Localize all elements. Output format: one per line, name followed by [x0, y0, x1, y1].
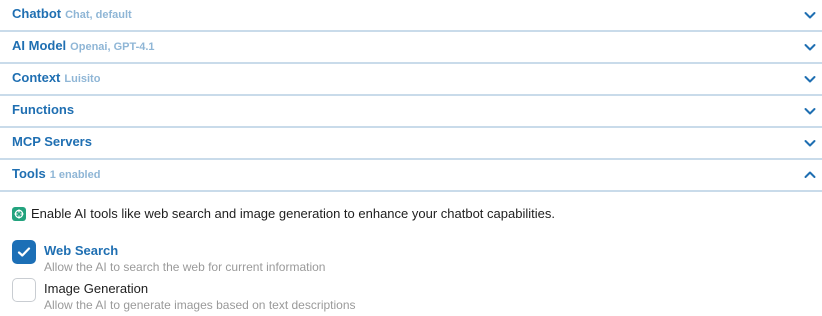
- section-title: AI Model Openai, GPT-4.1: [12, 38, 155, 53]
- section-subtitle: Openai, GPT-4.1: [70, 41, 155, 53]
- chevron-up-icon[interactable]: [804, 169, 816, 181]
- tools-description: Enable AI tools like web search and imag…: [12, 206, 555, 221]
- openai-icon: [12, 207, 26, 221]
- image-generation-checkbox[interactable]: [12, 278, 36, 302]
- section-title: Functions: [12, 102, 78, 117]
- section-functions[interactable]: Functions: [0, 96, 822, 128]
- image-generation-label[interactable]: Image Generation: [44, 281, 148, 296]
- tool-option-web-search: Web Search Allow the AI to search the we…: [12, 240, 712, 276]
- chevron-down-icon[interactable]: [804, 41, 816, 53]
- section-title: Tools 1 enabled: [12, 166, 100, 181]
- tool-option-image-generation: Image Generation Allow the AI to generat…: [12, 278, 712, 314]
- chevron-down-icon[interactable]: [804, 137, 816, 149]
- section-context[interactable]: Context Luisito: [0, 64, 822, 96]
- web-search-checkbox[interactable]: [12, 240, 36, 264]
- section-title-text: Chatbot: [12, 6, 62, 21]
- section-subtitle: Chat, default: [65, 9, 132, 21]
- web-search-label[interactable]: Web Search: [44, 243, 118, 258]
- chevron-down-icon[interactable]: [804, 9, 816, 21]
- section-title-text: MCP Servers: [12, 134, 92, 149]
- section-title-text: Context: [12, 70, 61, 85]
- section-tools[interactable]: Tools 1 enabled: [0, 160, 822, 192]
- web-search-description: Allow the AI to search the web for curre…: [44, 260, 326, 274]
- section-mcp-servers[interactable]: MCP Servers: [0, 128, 822, 160]
- section-chatbot[interactable]: Chatbot Chat, default: [0, 0, 822, 32]
- chevron-down-icon[interactable]: [804, 73, 816, 85]
- tools-description-text: Enable AI tools like web search and imag…: [31, 206, 555, 221]
- section-title-text: Tools: [12, 166, 46, 181]
- image-generation-description: Allow the AI to generate images based on…: [44, 298, 356, 312]
- section-title: Chatbot Chat, default: [12, 6, 132, 21]
- section-title-text: AI Model: [12, 38, 67, 53]
- section-title: MCP Servers: [12, 134, 96, 149]
- section-title: Context Luisito: [12, 70, 100, 85]
- section-subtitle: Luisito: [64, 73, 101, 85]
- settings-panel: Chatbot Chat, default AI Model Openai, GPT…: [0, 0, 822, 316]
- section-ai-model[interactable]: AI Model Openai, GPT-4.1: [0, 32, 822, 64]
- chevron-down-icon[interactable]: [804, 105, 816, 117]
- section-subtitle: 1 enabled: [49, 169, 101, 181]
- section-title-text: Functions: [12, 102, 75, 117]
